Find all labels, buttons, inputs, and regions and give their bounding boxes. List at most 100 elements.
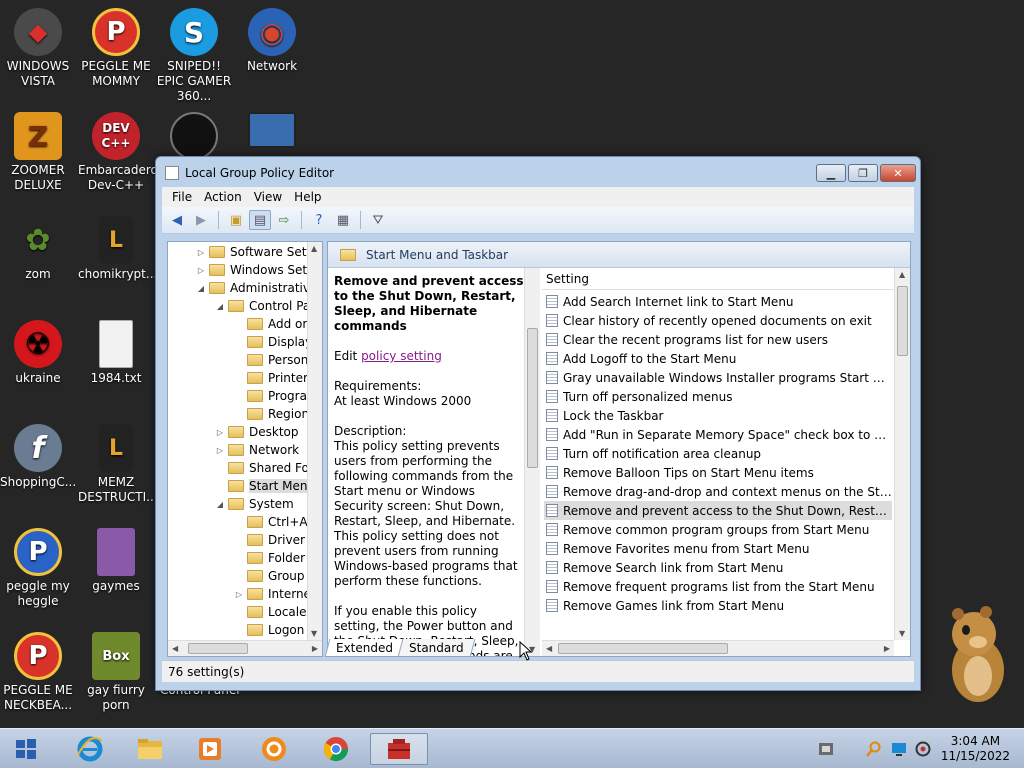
filter-button[interactable]: ⛛: [367, 210, 389, 230]
desktop-icon[interactable]: P PEGGLE ME MOMMY: [78, 8, 154, 89]
tree-horizontal-scrollbar[interactable]: ◀ ▶: [168, 640, 322, 656]
expand-arrow-icon[interactable]: ▷: [234, 590, 244, 599]
expand-arrow-icon[interactable]: ▷: [196, 248, 206, 257]
tree-item[interactable]: ▷ Interne: [234, 585, 311, 603]
volume-icon[interactable]: [915, 741, 931, 757]
scroll-up-arrow-icon[interactable]: ▲: [899, 270, 905, 279]
setting-row[interactable]: Remove Search link from Start Menu: [544, 558, 892, 577]
desktop-icon[interactable]: ☢ ukraine: [0, 320, 76, 386]
scroll-right-arrow-icon[interactable]: ▶: [312, 644, 318, 653]
setting-row[interactable]: Add Logoff to the Start Menu: [544, 349, 892, 368]
setting-row[interactable]: Remove common program groups from Start …: [544, 520, 892, 539]
setting-row[interactable]: Turn off personalized menus: [544, 387, 892, 406]
collapse-arrow-icon[interactable]: ◢: [215, 500, 225, 509]
desktop-icon[interactable]: DEV C++ Embarcadero Dev-C++: [78, 112, 158, 193]
desktop-icon[interactable]: f ShoppingC...: [0, 424, 76, 490]
setting-row[interactable]: Add Search Internet link to Start Menu: [544, 292, 892, 311]
show-hide-tree-button[interactable]: ▤: [249, 210, 271, 230]
tree-item[interactable]: Person: [234, 351, 308, 369]
setting-row[interactable]: Gray unavailable Windows Installer progr…: [544, 368, 892, 387]
setting-row[interactable]: Remove Balloon Tips on Start Menu items: [544, 463, 892, 482]
start-button[interactable]: [0, 733, 52, 765]
list-scroll-thumb[interactable]: [897, 286, 908, 356]
tray-app-icon[interactable]: [818, 741, 834, 757]
tree-item[interactable]: Driver I: [234, 531, 312, 549]
tree-item[interactable]: Start Menu: [215, 477, 316, 495]
scroll-left-arrow-icon[interactable]: ◀: [172, 644, 178, 653]
expand-arrow-icon[interactable]: ▷: [215, 428, 225, 437]
close-button[interactable]: ✕: [880, 164, 916, 182]
scroll-down-arrow-icon[interactable]: ▼: [899, 629, 905, 638]
desktop-icon[interactable]: ✿ zom: [0, 216, 76, 282]
setting-row[interactable]: Add "Run in Separate Memory Space" check…: [544, 425, 892, 444]
tree-item[interactable]: Locale: [234, 603, 306, 621]
tab-standard[interactable]: Standard: [397, 639, 476, 657]
tree-item[interactable]: Shared Fol: [215, 459, 312, 477]
desktop-icon[interactable]: Box gay fiurry porn: [78, 632, 154, 713]
taskbar-media-player[interactable]: [184, 733, 236, 765]
desktop-icon[interactable]: [234, 112, 310, 151]
tree-item[interactable]: ▷ Network: [215, 441, 299, 459]
setting-row[interactable]: Remove drag-and-drop and context menus o…: [544, 482, 892, 501]
tree-hscroll-thumb[interactable]: [188, 643, 248, 654]
display-icon[interactable]: [891, 741, 907, 757]
up-folder-button[interactable]: ▣: [225, 210, 247, 230]
desktop-icon[interactable]: Lchomikrypt...: [78, 216, 157, 282]
taskbar-clock[interactable]: 3:04 AM 11/15/2022: [941, 734, 1010, 764]
expand-arrow-icon[interactable]: ▷: [215, 446, 225, 455]
setting-row[interactable]: Remove Favorites menu from Start Menu: [544, 539, 892, 558]
tree-item[interactable]: Printer: [234, 369, 308, 387]
scroll-right-arrow-icon[interactable]: ▶: [884, 644, 890, 653]
taskbar-chrome[interactable]: [310, 733, 362, 765]
taskbar-orange-app[interactable]: [248, 733, 300, 765]
tree-item[interactable]: Ctrl+A: [234, 513, 308, 531]
list-horizontal-scrollbar[interactable]: ◀ ▶: [542, 640, 894, 656]
scroll-left-arrow-icon[interactable]: ◀: [546, 644, 552, 653]
setting-row[interactable]: Clear the recent programs list for new u…: [544, 330, 892, 349]
tree-item[interactable]: Logon: [234, 621, 304, 639]
description-scrollbar[interactable]: ▼: [524, 268, 540, 656]
expand-arrow-icon[interactable]: ▷: [196, 266, 206, 275]
setting-row[interactable]: Remove frequent programs list from the S…: [544, 577, 892, 596]
setting-row[interactable]: Lock the Taskbar: [544, 406, 892, 425]
tree-item[interactable]: Region: [234, 405, 309, 423]
desktop-icon[interactable]: P PEGGLE ME NECKBEA...: [0, 632, 76, 713]
tree-item[interactable]: Add or: [234, 315, 307, 333]
menu-file[interactable]: File: [166, 190, 198, 204]
tree-item[interactable]: ◢ System: [215, 495, 294, 513]
taskbar-group-policy-editor[interactable]: [370, 733, 428, 765]
tree-item[interactable]: ◢ Administrativ: [196, 279, 310, 297]
edit-policy-setting-link[interactable]: policy setting: [361, 349, 442, 363]
collapse-arrow-icon[interactable]: ◢: [215, 302, 225, 311]
column-header-setting[interactable]: Setting: [542, 268, 894, 290]
maximize-button[interactable]: ❐: [848, 164, 878, 182]
tree-item[interactable]: Group: [234, 567, 305, 585]
menu-view[interactable]: View: [248, 190, 288, 204]
scroll-down-arrow-icon[interactable]: ▼: [311, 629, 317, 638]
collapse-arrow-icon[interactable]: ◢: [196, 284, 206, 293]
minimize-button[interactable]: ▁: [816, 164, 846, 182]
desktop-icon[interactable]: ◆ WINDOWS VISTA: [0, 8, 76, 89]
taskbar-internet-explorer[interactable]: [64, 733, 116, 765]
menu-action[interactable]: Action: [198, 190, 248, 204]
setting-row[interactable]: Remove Games link from Start Menu: [544, 596, 892, 615]
desktop-icon[interactable]: Ppeggle my heggle: [0, 528, 76, 609]
menu-help[interactable]: Help: [288, 190, 327, 204]
tree-item[interactable]: Display: [234, 333, 312, 351]
tree-vertical-scrollbar[interactable]: ▲ ▼: [307, 242, 322, 640]
properties-button[interactable]: ▦: [332, 210, 354, 230]
tree-item[interactable]: ◢ Control Pa: [215, 297, 310, 315]
back-button[interactable]: ◀: [166, 210, 188, 230]
desktop-icon[interactable]: S SNIPED!! EPIC GAMER 360...: [156, 8, 232, 104]
desktop-icon[interactable]: gaymes: [78, 528, 154, 594]
help-button[interactable]: ?: [308, 210, 330, 230]
tab-extended[interactable]: Extended: [324, 639, 405, 657]
desktop-icon[interactable]: L MEMZ DESTRUCTI...: [78, 424, 158, 505]
search-icon[interactable]: [866, 741, 882, 757]
setting-row[interactable]: Remove and prevent access to the Shut Do…: [544, 501, 892, 520]
list-vertical-scrollbar[interactable]: ▲ ▼: [894, 268, 910, 640]
tree-item[interactable]: ▷ Software Setti: [196, 243, 315, 261]
tree-item[interactable]: Folder: [234, 549, 305, 567]
setting-row[interactable]: Clear history of recently opened documen…: [544, 311, 892, 330]
setting-row[interactable]: Turn off notification area cleanup: [544, 444, 892, 463]
